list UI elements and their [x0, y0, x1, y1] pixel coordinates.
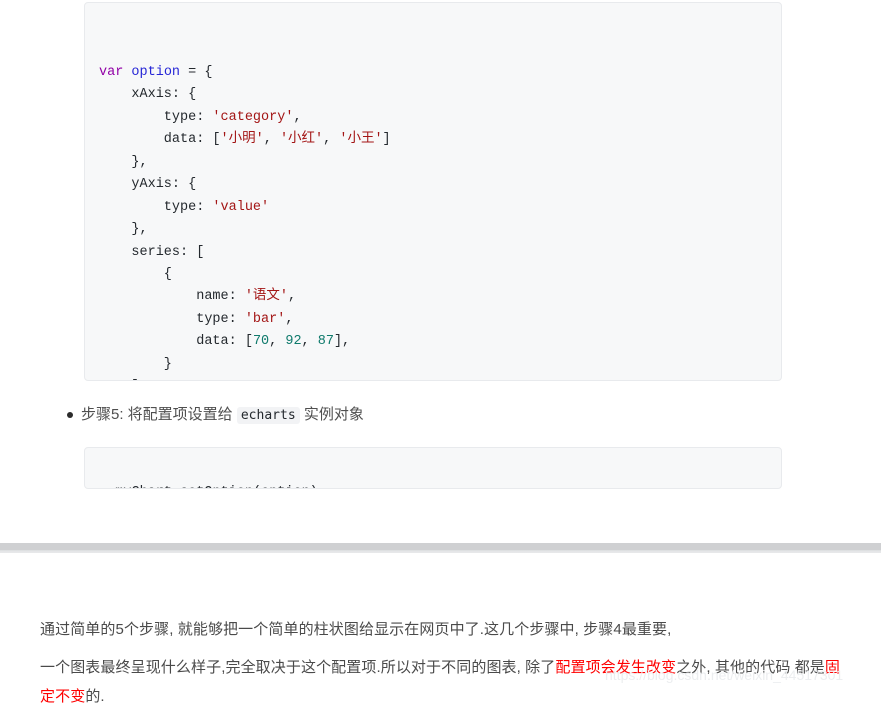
code-line: var option = { — [99, 62, 767, 84]
code-token: series: [ — [99, 244, 205, 260]
code-token: data: [ — [99, 334, 253, 350]
code-line: }, — [99, 152, 767, 174]
code-line: type: 'bar', — [99, 309, 767, 331]
step-label-suffix: 实例对象 — [299, 406, 364, 423]
code-token: , — [293, 109, 302, 125]
code-line: ] — [99, 376, 767, 380]
code-line: type: 'value' — [99, 197, 767, 219]
code-line: series: [ — [99, 242, 767, 264]
code-token: 87 — [317, 334, 334, 350]
code-token: '语文' — [244, 289, 289, 305]
code-line: } — [99, 354, 767, 376]
inline-code-echarts: echarts — [236, 407, 300, 424]
code-token: option — [131, 64, 181, 80]
code-token: 92 — [285, 334, 302, 350]
code-token: } — [99, 356, 172, 372]
step-label-prefix: 步骤5: 将配置项设置给 — [81, 406, 237, 423]
code-token: , — [301, 334, 318, 350]
code-token: '小红' — [279, 132, 324, 148]
paragraph-detail-part-1: 一个图表最终呈现什么样子,完全取决于这个配置项.所以对于不同的图表, 除了 — [40, 659, 556, 676]
code-token: 'bar' — [244, 311, 286, 327]
code-block-echarts-option: var option = { xAxis: { type: 'category'… — [84, 2, 782, 381]
bullet-icon — [67, 412, 73, 418]
code-token: , — [285, 311, 294, 327]
paragraph-summary: 通过简单的5个步骤, 就能够把一个简单的柱状图给显示在网页中了.这几个步骤中, … — [40, 621, 672, 638]
code-token: '小王' — [339, 132, 383, 148]
code-token: ], — [333, 334, 351, 350]
code-line: data: [70, 92, 87], — [99, 331, 767, 353]
code-token: 'value' — [212, 199, 270, 215]
code-token: , — [263, 132, 280, 148]
code-token: yAxis: { — [99, 177, 197, 193]
code-token: 70 — [252, 334, 270, 350]
code-token: 'category' — [212, 109, 294, 125]
code-token: = { — [180, 64, 213, 80]
code-content: var option = { xAxis: { type: 'category'… — [99, 62, 767, 380]
code-token: var — [99, 64, 124, 80]
code-line: }, — [99, 219, 767, 241]
list-item: 步骤5: 将配置项设置给 echarts 实例对象 — [48, 402, 788, 429]
code-token: }, — [99, 154, 148, 170]
code-line: yAxis: { — [99, 174, 767, 196]
watermark: https://blog.csdn.net/weixin_44517301 — [605, 667, 844, 683]
code-token: , — [269, 334, 286, 350]
code-content: myChart.setOption(option) — [115, 485, 318, 488]
code-block-set-option: myChart.setOption(option) — [84, 447, 782, 489]
code-token: ] — [382, 132, 391, 148]
code-token: type: — [99, 199, 213, 215]
code-token: ] — [99, 379, 139, 380]
code-line: name: '语文', — [99, 286, 767, 308]
code-token: '小明' — [220, 132, 264, 148]
code-token: }, — [99, 222, 148, 238]
code-line: { — [99, 264, 767, 286]
code-token: , — [288, 289, 297, 305]
code-token: type: — [99, 109, 213, 125]
code-line: data: ['小明', '小红', '小王'] — [99, 129, 767, 151]
section-divider — [0, 543, 881, 553]
code-token: xAxis: { — [99, 87, 197, 103]
code-token: { — [99, 266, 172, 282]
step-list: 步骤5: 将配置项设置给 echarts 实例对象 — [48, 402, 788, 429]
code-line: type: 'category', — [99, 107, 767, 129]
code-token: , — [323, 132, 340, 148]
code-token: type: — [99, 311, 245, 327]
code-line: xAxis: { — [99, 84, 767, 106]
code-token: name: — [99, 289, 245, 305]
code-token: data: [ — [99, 132, 221, 148]
